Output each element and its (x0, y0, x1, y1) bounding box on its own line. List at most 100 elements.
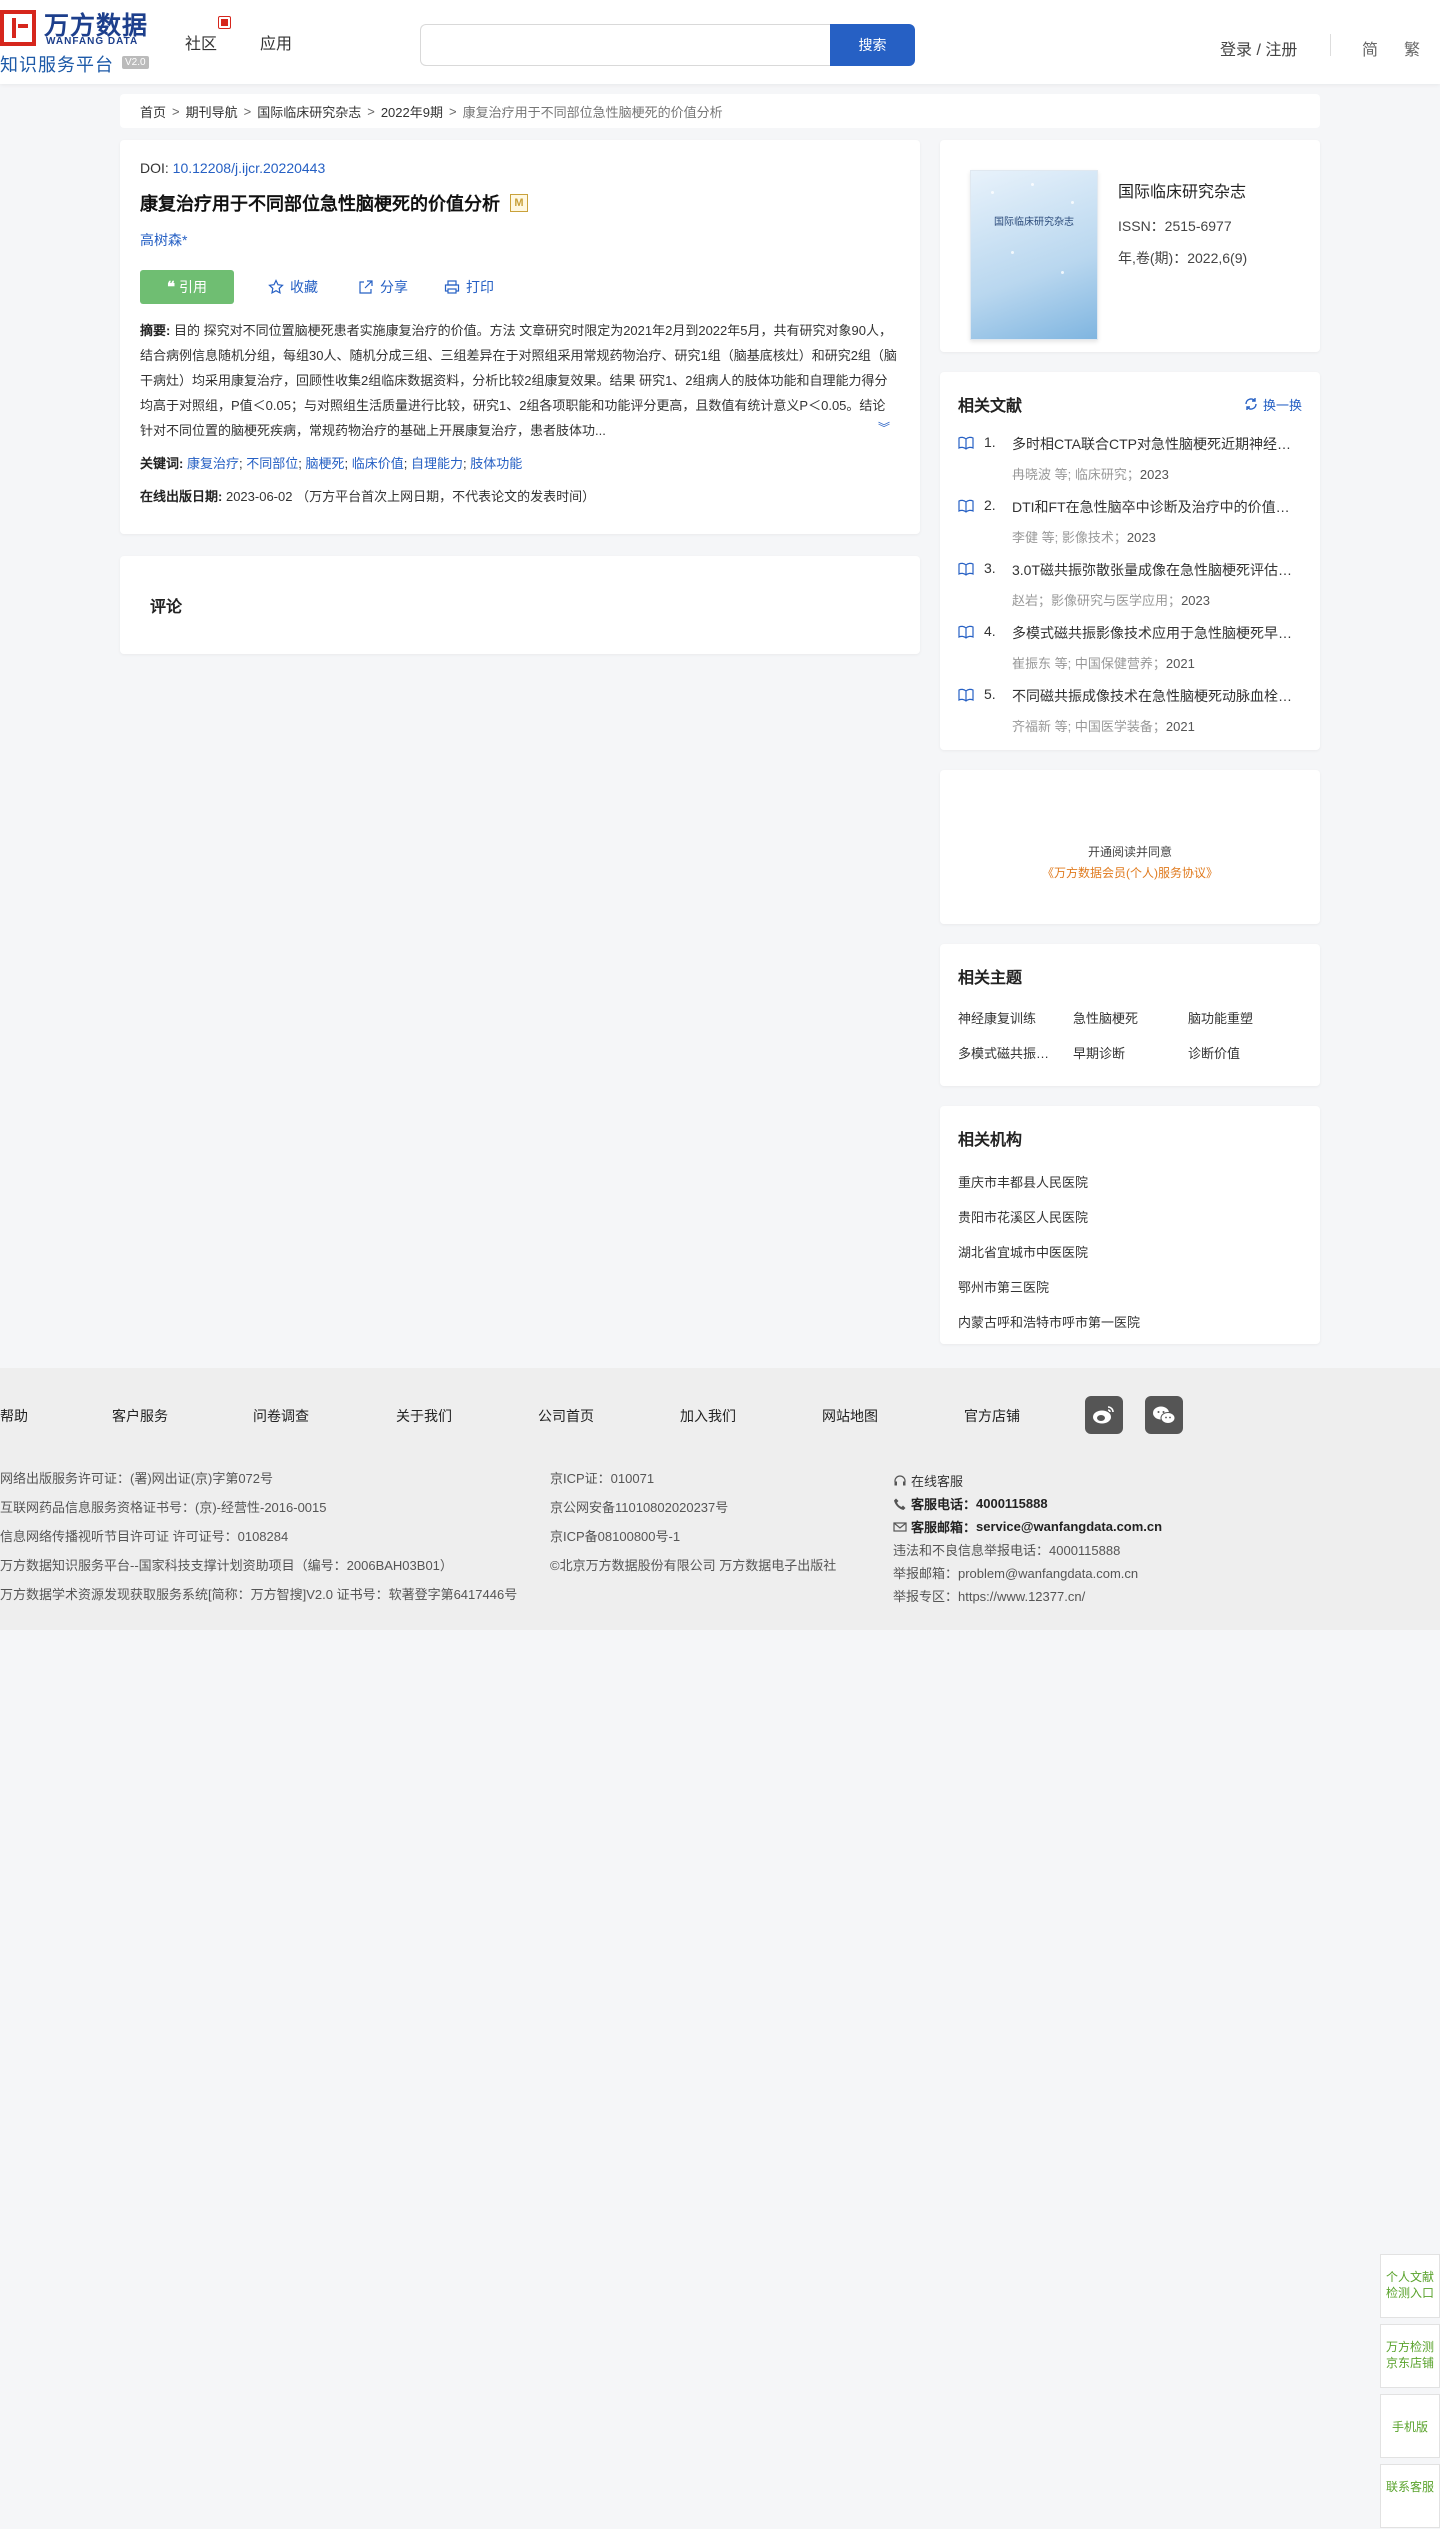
doc-author[interactable]: 齐福新 (1012, 719, 1051, 734)
institution-link[interactable]: 鄂州市第三医院 (958, 1277, 1302, 1296)
doc-source[interactable]: 影像研究与医学应用 (1051, 593, 1168, 608)
topic-link[interactable]: 诊断价值 (1188, 1043, 1303, 1062)
search-input[interactable] (420, 24, 830, 66)
share-label: 分享 (380, 279, 408, 295)
footer: 帮助 客户服务 问卷调查 关于我们 公司首页 加入我们 网站地图 官方店铺 网络… (0, 1368, 1440, 1630)
institution-link[interactable]: 湖北省宜城市中医医院 (958, 1242, 1302, 1261)
doc-author[interactable]: 赵岩 (1012, 593, 1038, 608)
email-line: 客服邮箱： service@wanfangdata.com.cn (893, 1515, 1162, 1538)
topic-link[interactable]: 神经康复训练 (958, 1008, 1073, 1027)
footer-icp-item[interactable]: 京公网安备11010802020237号 (550, 1497, 836, 1526)
journal-cover-image[interactable]: 国际临床研究杂志 (970, 170, 1098, 340)
footer-survey[interactable]: 问卷调查 (253, 1406, 309, 1426)
keyword-link[interactable]: 自理能力 (411, 456, 463, 471)
breadcrumb-issue[interactable]: 2022年9期 (381, 102, 443, 121)
breadcrumb-journal[interactable]: 国际临床研究杂志 (257, 102, 361, 121)
doc-title-link[interactable]: 多时相CTA联合CTP对急性脑梗死近期神经功能预后的评估价值 (1012, 434, 1302, 454)
institution-link[interactable]: 重庆市丰都县人民医院 (958, 1172, 1302, 1191)
related-docs-title: 相关文献 (958, 398, 1023, 415)
topic-link[interactable]: 早期诊断 (1073, 1043, 1188, 1062)
journal-card: 国际临床研究杂志 国际临床研究杂志 ISSN：2515-6977 年,卷(期)：… (940, 140, 1320, 352)
service-agreement-link[interactable]: 《万方数据会员(个人)服务协议》 (1042, 864, 1218, 881)
footer-company-home[interactable]: 公司首页 (538, 1406, 594, 1426)
footer-icp-item[interactable]: 京ICP备08100800号-1 (550, 1526, 836, 1555)
report-area[interactable]: 举报专区：https://www.12377.cn/ (893, 1584, 1162, 1607)
expand-chevron-icon[interactable]: ︾ (873, 416, 890, 441)
doi-link[interactable]: 10.12208/j.ijcr.20220443 (173, 160, 326, 176)
doc-year: 2021 (1165, 656, 1195, 671)
refresh-button[interactable]: 换一换 (1244, 395, 1302, 414)
doc-author[interactable]: 冉晓波 (1012, 467, 1051, 482)
doc-source[interactable]: 中国保健营养 (1075, 656, 1153, 671)
breadcrumb-separator: > (367, 103, 375, 119)
list-item[interactable]: 4. 多模式磁共振影像技术应用于急性脑梗死早期诊断 崔振东 等; 中国保健营养；… (958, 623, 1302, 672)
doc-year: 2023 (1139, 467, 1169, 482)
topic-link[interactable]: 多模式磁共振成像 (958, 1043, 1058, 1062)
related-docs-card: 相关文献 换一换 1. 多时相CTA联合CTP对急性脑梗死近期神经功能预后的评估… (940, 372, 1320, 750)
topic-link[interactable]: 脑功能重塑 (1188, 1008, 1303, 1027)
doc-source[interactable]: 影像技术 (1062, 530, 1114, 545)
side-contact-service[interactable]: 联系客服 (1380, 2464, 1440, 2528)
doc-source[interactable]: 中国医学装备 (1075, 719, 1153, 734)
email-link[interactable]: service@wanfangdata.com.cn (976, 1519, 1162, 1534)
footer-sitemap[interactable]: 网站地图 (822, 1406, 878, 1426)
doc-title-link[interactable]: 3.0T磁共振弥散张量成像在急性脑梗死评估中的应用 (1012, 560, 1302, 580)
search-button[interactable]: 搜索 (830, 24, 915, 66)
journal-name-link[interactable]: 国际临床研究杂志 (1118, 178, 1246, 202)
wanfang-logo[interactable]: 万方数据 WANFANG DATA 知识服务平台 V2.0 (0, 6, 160, 76)
breadcrumb-home[interactable]: 首页 (140, 102, 166, 121)
footer-help[interactable]: 帮助 (0, 1406, 28, 1426)
lang-simplified[interactable]: 简 (1362, 36, 1378, 60)
footer-contact-column: 在线客服 客服电话： 4000115888 客服邮箱： service@wanfan… (893, 1469, 1162, 1607)
doc-source[interactable]: 临床研究 (1075, 467, 1127, 482)
doc-author[interactable]: 崔振东 (1012, 656, 1051, 671)
doc-author[interactable]: 李健 (1012, 530, 1038, 545)
side-personal-check-entry[interactable]: 个人文献检测入口 (1380, 2254, 1440, 2318)
doi-label: DOI: (140, 160, 169, 176)
journal-issn: ISSN：2515-6977 (1118, 218, 1232, 234)
pubdate-value: 2023-06-02 (225, 489, 293, 504)
keyword-link[interactable]: 肢体功能 (470, 456, 522, 471)
lang-traditional[interactable]: 繁 (1404, 36, 1420, 60)
side-mobile-version[interactable]: 手机版 (1380, 2394, 1440, 2458)
institution-link[interactable]: 贵阳市花溪区人民医院 (958, 1207, 1302, 1226)
share-button[interactable]: 分享 (358, 277, 408, 297)
breadcrumb-separator: > (243, 103, 252, 119)
version-badge: V2.0 (122, 56, 149, 69)
list-item[interactable]: 1. 多时相CTA联合CTP对急性脑梗死近期神经功能预后的评估价值 冉晓波 等;… (958, 434, 1302, 483)
doc-title-link[interactable]: 不同磁共振成像技术在急性脑梗死动脉血栓诊断中的价值 (1012, 686, 1302, 706)
login-register-link[interactable]: 登录 / 注册 (1220, 36, 1297, 60)
keyword-link[interactable]: 脑梗死 (305, 456, 344, 471)
doc-title-link[interactable]: DTI和FT在急性脑卒中诊断及治疗中的价值分析 (1012, 497, 1302, 517)
wechat-icon[interactable] (1145, 1396, 1183, 1434)
footer-customer-service[interactable]: 客户服务 (112, 1406, 168, 1426)
online-service-link[interactable]: 在线客服 (893, 1469, 1162, 1492)
doc-title-link[interactable]: 多模式磁共振影像技术应用于急性脑梗死早期诊断 (1012, 623, 1302, 643)
cover-title: 国际临床研究杂志 (994, 217, 1074, 228)
keyword-link[interactable]: 临床价值 (352, 456, 404, 471)
author-link[interactable]: 高树森* (140, 230, 900, 250)
report-email[interactable]: 举报邮箱：problem@wanfangdata.com.cn (893, 1561, 1162, 1584)
list-item[interactable]: 2. DTI和FT在急性脑卒中诊断及治疗中的价值分析 李健 等; 影像技术；20… (958, 497, 1302, 546)
keyword-link[interactable]: 不同部位 (246, 456, 298, 471)
weibo-icon[interactable] (1085, 1396, 1123, 1434)
footer-join-us[interactable]: 加入我们 (680, 1406, 736, 1426)
topic-link[interactable]: 急性脑梗死 (1073, 1008, 1188, 1027)
cite-button[interactable]: ❝ 引用 (140, 270, 234, 304)
footer-official-store[interactable]: 官方店铺 (964, 1406, 1020, 1426)
favorite-button[interactable]: 收藏 (268, 277, 318, 297)
keyword-link[interactable]: 康复治疗 (187, 456, 239, 471)
side-jd-store[interactable]: 万方检测京东店铺 (1380, 2324, 1440, 2388)
book-icon (958, 688, 974, 702)
footer-about[interactable]: 关于我们 (396, 1406, 452, 1426)
print-button[interactable]: 打印 (444, 277, 494, 297)
journal-volume: 年,卷(期)：2022,6(9) (1118, 250, 1248, 266)
breadcrumb-current: 康复治疗用于不同部位急性脑梗死的价值分析 (462, 104, 723, 120)
breadcrumb-journal-nav[interactable]: 期刊导航 (186, 102, 238, 121)
list-item[interactable]: 3. 3.0T磁共振弥散张量成像在急性脑梗死评估中的应用 赵岩；影像研究与医学应… (958, 560, 1302, 609)
institution-link[interactable]: 内蒙古呼和浩特市呼市第一医院 (958, 1312, 1302, 1331)
nav-apps[interactable]: 应用 (260, 30, 292, 54)
side-float-bar: 个人文献检测入口 万方检测京东店铺 手机版 联系客服 (1380, 2254, 1440, 2529)
list-item[interactable]: 5. 不同磁共振成像技术在急性脑梗死动脉血栓诊断中的价值 齐福新 等; 中国医学… (958, 686, 1302, 735)
nav-community[interactable]: 社区 (185, 30, 217, 54)
